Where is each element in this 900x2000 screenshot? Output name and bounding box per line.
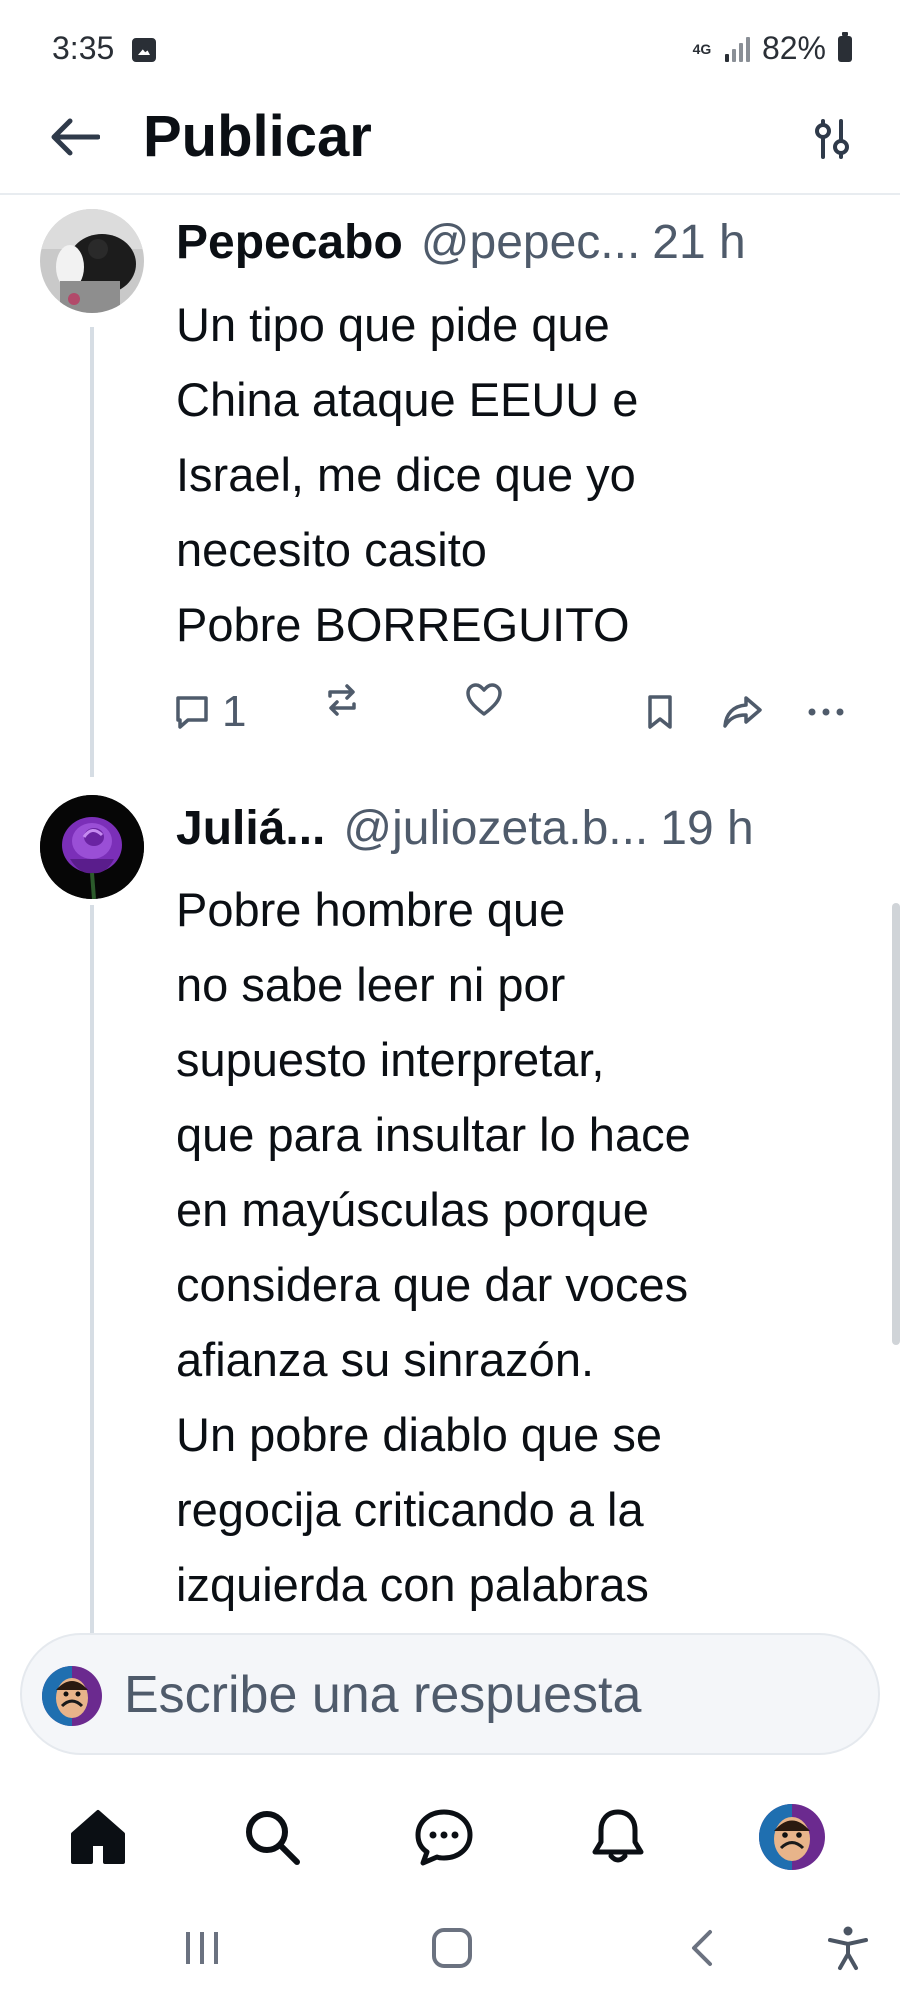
reply-placeholder: Escribe una respuesta [124,1666,642,1724]
search-icon [246,1811,300,1865]
share-arrow-icon [723,696,762,728]
thread-connector-line [90,327,94,777]
back-system-button[interactable] [672,1916,736,1980]
accessibility-icon [828,1926,868,1970]
battery-icon [838,31,852,62]
more-options-button[interactable] [804,677,848,747]
author-handle[interactable]: @pepec... [421,211,641,275]
current-user-avatar [42,1666,102,1726]
more-dots-icon [808,708,844,716]
recents-button[interactable] [170,1916,234,1980]
post-header: Pepecabo @pepec... 21 h [176,211,866,275]
back-chevron-icon [692,1930,712,1966]
status-time: 3:35 [52,30,115,66]
signal-strength-icon [724,36,750,62]
home-icon [71,1810,125,1864]
author-handle[interactable]: @juliozeta.b... [343,797,648,861]
share-button[interactable] [720,677,764,747]
page-title: Publicar [143,104,372,169]
chat-icon [415,1809,473,1866]
post-timestamp: 21 h [652,216,746,269]
nav-profile[interactable] [752,1797,832,1877]
post-body: Un tipo que pide que China ataque EEUU e… [176,298,639,651]
arrow-left-icon [51,118,100,156]
nav-home[interactable] [58,1797,138,1877]
post-header: Juliá... @juliozeta.b... 19 h [176,797,866,861]
nav-notifications[interactable] [578,1797,658,1877]
bookmark-icon [648,695,672,729]
nav-chat[interactable] [404,1797,484,1877]
author-avatar[interactable] [40,209,144,313]
nav-search[interactable] [232,1797,312,1877]
profile-avatar-icon [759,1804,825,1870]
image-notification-icon [132,38,156,62]
home-circle-icon [432,1928,472,1968]
accessibility-button[interactable] [816,1916,880,1980]
back-button[interactable] [42,105,106,169]
repost-icon [328,684,356,716]
network-type-label: 4G [692,40,712,57]
reply-compose-bar[interactable]: Escribe una respuesta [20,1633,880,1755]
thread-connector-line [90,905,94,1637]
comment-icon [176,696,208,729]
thread-settings-button[interactable] [800,107,864,171]
bookmark-button[interactable] [642,677,678,747]
reply-button[interactable]: 1 [172,677,246,747]
bottom-navigation [0,1775,900,1885]
profile-avatar-icon [42,1666,102,1726]
like-button[interactable] [464,665,504,735]
author-avatar[interactable] [40,795,144,899]
status-right-group: 4G 82% [691,30,852,67]
author-name[interactable]: Pepecabo [176,211,403,275]
battery-percent: 82% [761,30,826,66]
photo-avatar-icon [40,209,144,313]
home-system-button[interactable] [420,1916,484,1980]
top-app-bar: Publicar [0,85,900,195]
repost-button[interactable] [322,665,362,735]
system-navigation-bar [0,1890,900,2000]
bell-icon [592,1809,644,1863]
profile-avatar [759,1804,825,1870]
reply-count: 1 [222,687,247,736]
recents-icon [186,1932,218,1964]
post-actions: 1 [172,677,872,747]
purple-rose-avatar-icon [40,795,144,899]
author-name[interactable]: Juliá... [176,797,325,861]
post-timestamp: 19 h [660,802,754,855]
post-body: Pobre hombre que no sabe leer ni por sup… [176,883,691,1611]
heart-icon [466,683,502,716]
scrollbar[interactable] [892,903,900,1345]
sliders-icon [815,119,849,159]
thread-feed[interactable]: Pepecabo @pepec... 21 h Un tipo que pide… [0,197,900,1637]
